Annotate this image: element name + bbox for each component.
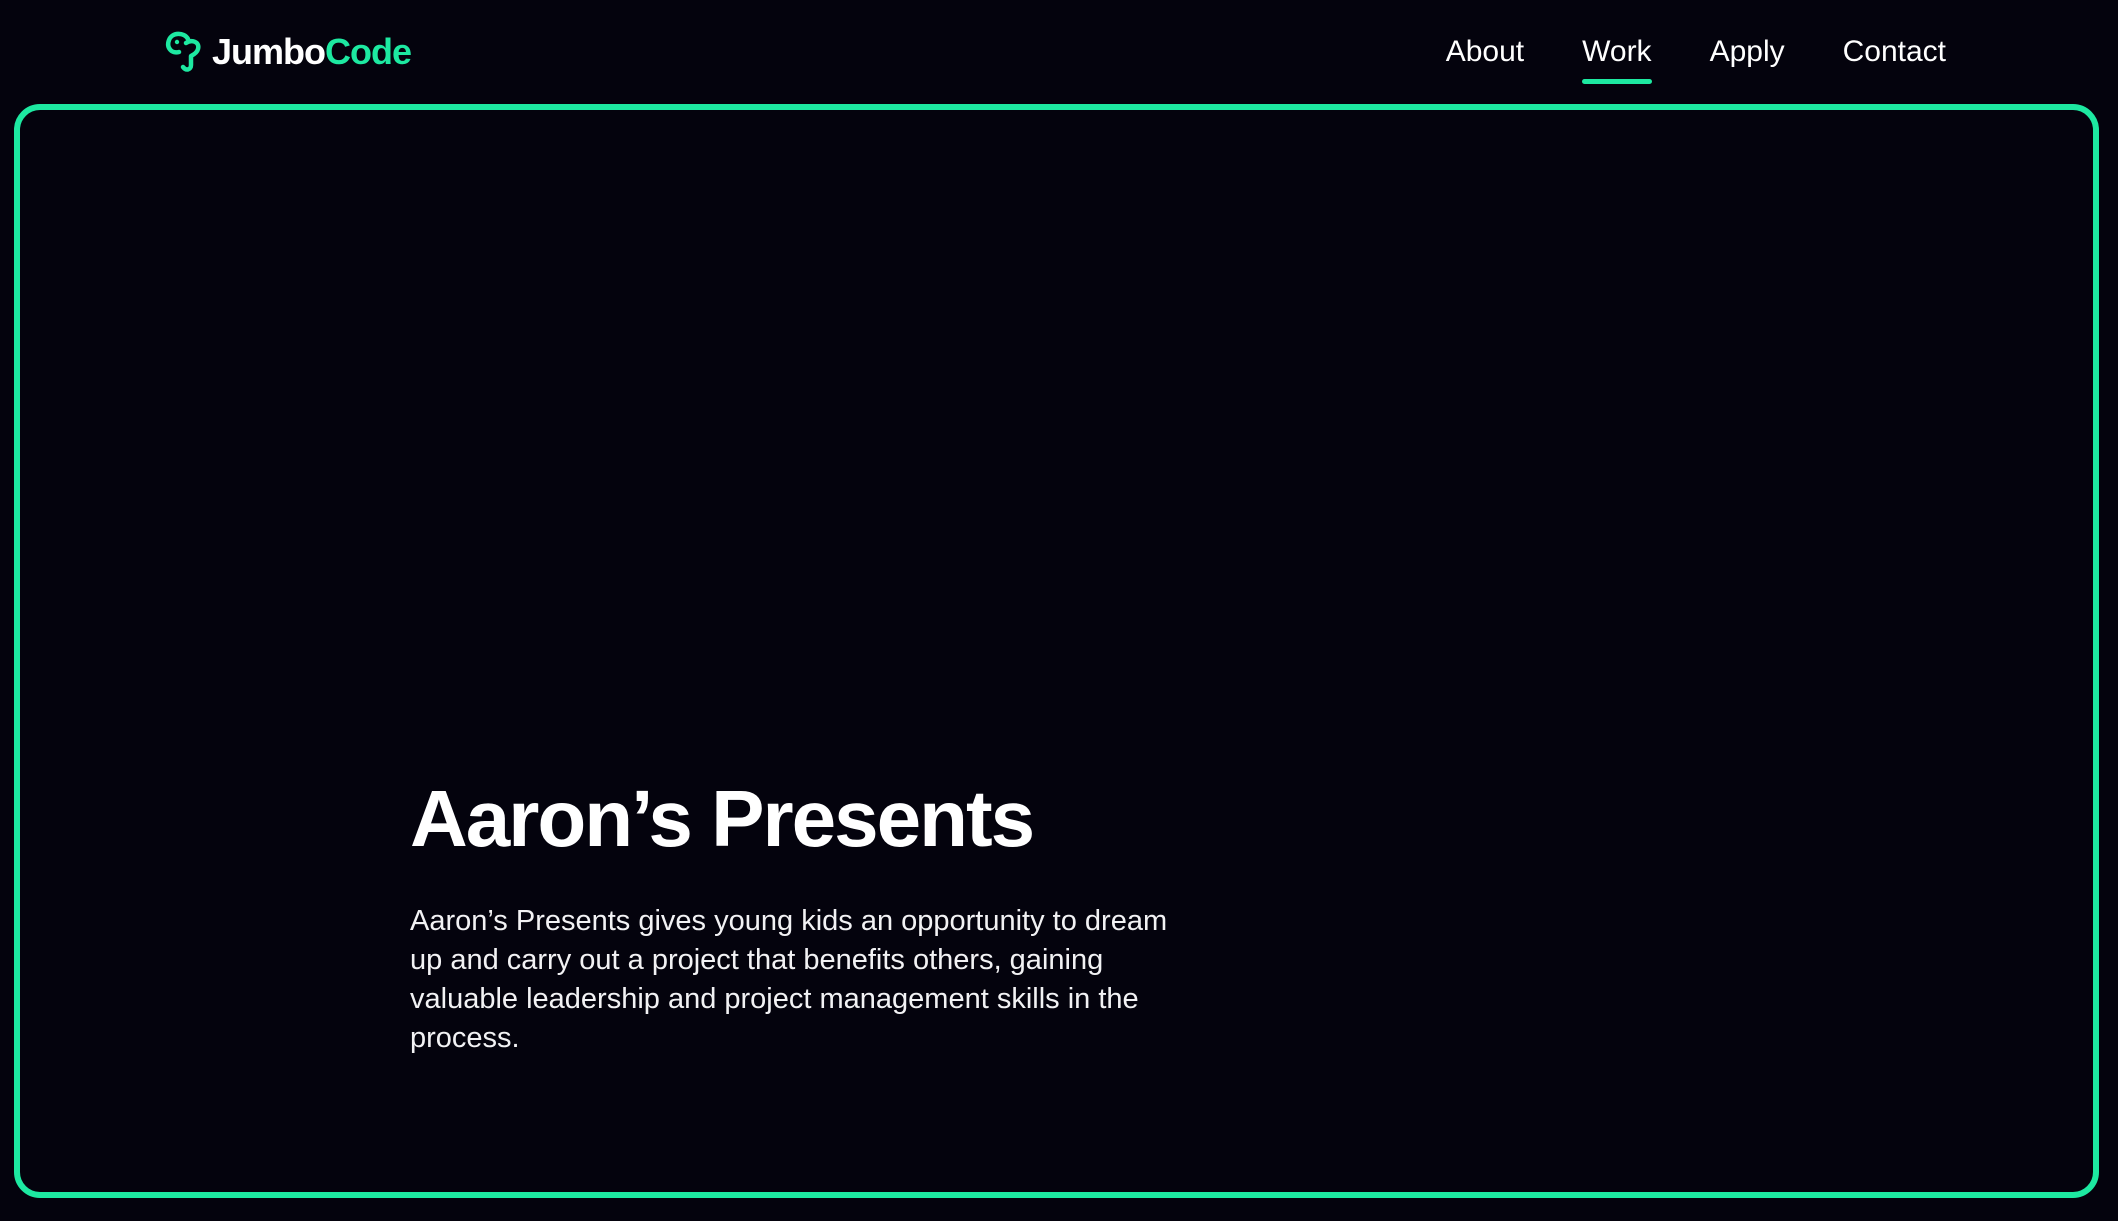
nav-link-about[interactable]: About xyxy=(1446,30,1524,74)
nav-link-apply[interactable]: Apply xyxy=(1710,30,1785,74)
main-nav: About Work Apply Contact xyxy=(1446,30,1946,84)
brand-name-part1: Jumbo xyxy=(212,31,326,72)
nav-link-contact[interactable]: Contact xyxy=(1843,30,1946,74)
hero-content: Aaron’s Presents Aaron’s Presents gives … xyxy=(410,772,1190,1058)
brand-name: JumboCode xyxy=(212,30,412,74)
hero-title: Aaron’s Presents xyxy=(410,774,1035,863)
nav-link-work[interactable]: Work xyxy=(1582,30,1653,84)
brand-name-part2: Code xyxy=(325,31,412,72)
top-navigation-bar: JumboCode About Work Apply Contact xyxy=(0,0,2118,104)
jumbocode-logo-icon xyxy=(166,31,201,72)
brand-logo-link[interactable]: JumboCode xyxy=(164,30,412,74)
hero-description: Aaron’s Presents gives young kids an opp… xyxy=(410,905,1168,1054)
page: JumboCode About Work Apply Contact Aaron… xyxy=(0,0,2118,1221)
